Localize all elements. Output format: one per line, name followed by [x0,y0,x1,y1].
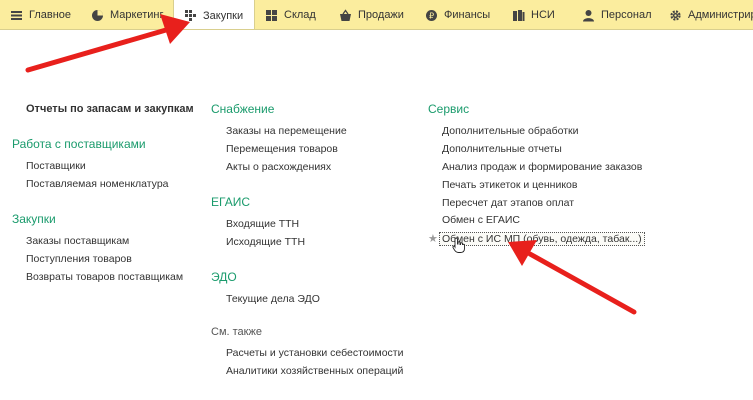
tab-purchases[interactable]: Закупки [173,0,255,29]
outgoing-ttn-link[interactable]: Исходящие ТТН [226,236,305,248]
tab-label: Маркетинг [110,9,164,21]
tab-label: Финансы [444,9,491,21]
hand-cursor-icon [452,237,465,253]
tab-sales[interactable]: Продажи [339,0,404,29]
egais-heading: ЕГАИС [211,195,250,209]
goods-receipts-link[interactable]: Поступления товаров [26,253,132,265]
pie-chart-icon [91,9,104,22]
transfer-orders-link[interactable]: Заказы на перемещение [226,125,347,137]
tab-administration[interactable]: Администрир [669,0,753,29]
additional-processing-link[interactable]: Дополнительные обработки [442,125,578,137]
gear-icon [669,9,682,22]
supplier-orders-link[interactable]: Заказы поставщикам [26,235,129,247]
tab-nsi[interactable]: НСИ [512,0,555,29]
discrepancy-acts-link[interactable]: Акты о расхождениях [226,161,331,173]
reports-link[interactable]: Отчеты по запасам и закупкам [26,103,194,115]
tab-finance[interactable]: ₽ Финансы [425,0,491,29]
goods-transfers-link[interactable]: Перемещения товаров [226,143,338,155]
payment-dates-recalc-link[interactable]: Пересчет дат этапов оплат [442,197,574,209]
service-heading: Сервис [428,102,470,116]
tab-label: Персонал [601,9,652,21]
supplier-returns-link[interactable]: Возвраты товаров поставщикам [26,271,183,283]
svg-text:₽: ₽ [429,11,434,20]
tab-personnel[interactable]: Персонал [582,0,652,29]
edo-heading: ЭДО [211,270,237,284]
grid-icon [265,9,278,22]
supplied-nomenclature-link[interactable]: Поставляемая номенклатура [26,178,169,190]
annotation-arrows [25,14,637,315]
tab-warehouse[interactable]: Склад [265,0,316,29]
coin-icon: ₽ [425,9,438,22]
suppliers-heading: Работа с поставщиками [12,137,146,151]
print-labels-link[interactable]: Печать этикеток и ценников [442,179,577,191]
menu-icon [10,9,23,22]
incoming-ttn-link[interactable]: Входящие ТТН [226,218,299,230]
egais-exchange-link[interactable]: Обмен с ЕГАИС [442,214,520,226]
tab-main[interactable]: Главное [10,0,72,29]
cost-calculation-link[interactable]: Расчеты и установки себестоимости [226,347,404,359]
star-icon[interactable]: ★ [428,232,438,245]
tab-label: Склад [284,9,316,21]
is-mp-exchange-link[interactable]: Обмен с ИС МП (обувь, одежда, табак...) [439,232,645,246]
tab-label: Продажи [358,9,404,21]
purchases-heading: Закупки [12,212,56,226]
edo-current-tasks-link[interactable]: Текущие дела ЭДО [226,293,320,305]
basket-icon [339,8,352,22]
supply-heading: Снабжение [211,102,275,116]
sales-analysis-link[interactable]: Анализ продаж и формирование заказов [442,161,642,173]
business-operations-analytics-link[interactable]: Аналитики хозяйственных операций [226,365,403,377]
suppliers-link[interactable]: Поставщики [26,160,86,172]
section-tab-bar: Главное Маркетинг Закупки Склад Продажи … [0,0,753,30]
tab-label: Администрир [688,9,753,21]
tab-label: Закупки [203,9,244,22]
see-also-heading: См. также [211,326,262,338]
tab-label: Главное [29,9,72,21]
cart-icon [184,9,197,22]
tab-marketing[interactable]: Маркетинг [91,0,164,29]
books-icon [512,9,525,22]
tab-label: НСИ [531,9,555,21]
additional-reports-link[interactable]: Дополнительные отчеты [442,143,562,155]
person-icon [582,9,595,22]
arrow-to-is-mp-link [508,240,637,315]
